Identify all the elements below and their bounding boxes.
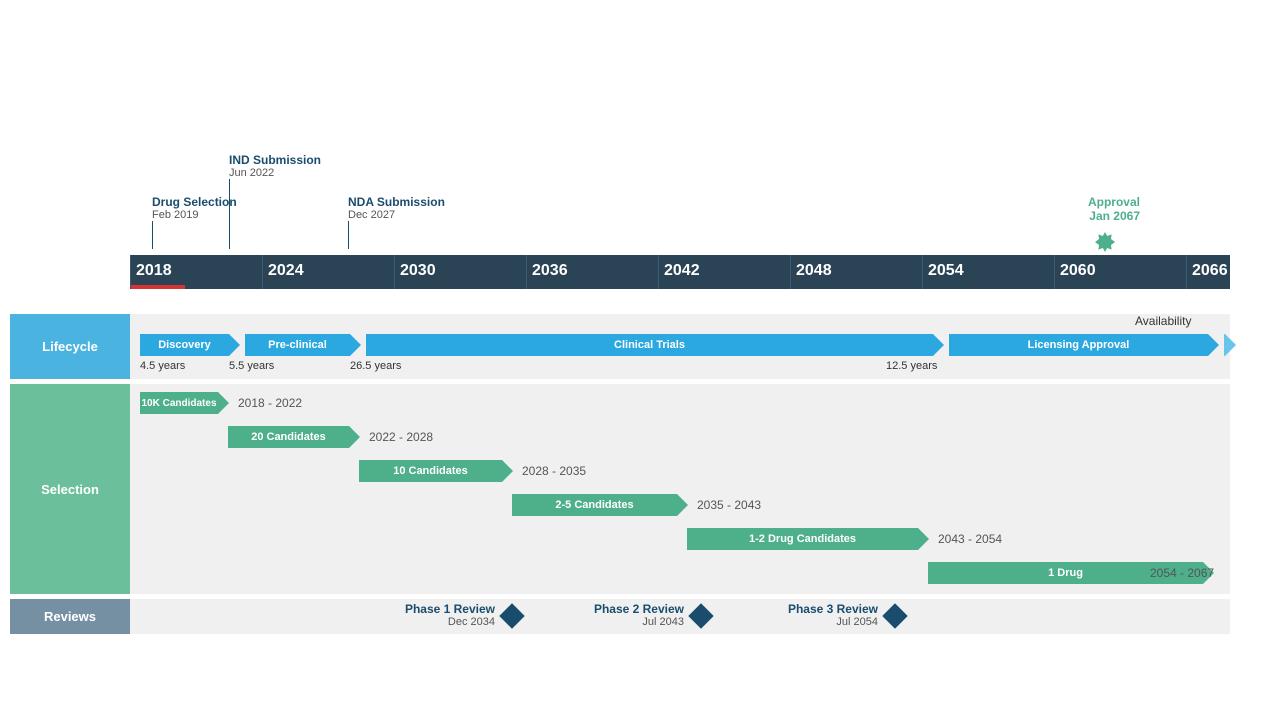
selection-range: 2043 - 2054 bbox=[938, 532, 1002, 546]
milestone-approval: Approval Jan 2067 bbox=[1088, 195, 1140, 223]
duration: 5.5 years bbox=[229, 360, 274, 372]
duration: 12.5 years bbox=[886, 360, 937, 372]
selection-section: Selection 10K Candidates 2018 - 2022 20 … bbox=[10, 384, 1230, 594]
year-label: 2030 bbox=[400, 262, 436, 280]
progress-bar bbox=[130, 285, 185, 289]
selection-range: 2028 - 2035 bbox=[522, 464, 586, 478]
reviews-section: Reviews Phase 1 Review Dec 2034 Phase 2 … bbox=[10, 599, 1230, 634]
reviews-body: Phase 1 Review Dec 2034 Phase 2 Review J… bbox=[130, 599, 1230, 634]
selection-range: 2035 - 2043 bbox=[697, 498, 761, 512]
time-axis: 2018 2024 2030 2036 2042 2048 2054 2060 … bbox=[130, 255, 1230, 289]
duration: 26.5 years bbox=[350, 360, 401, 372]
year-label: 2060 bbox=[1060, 262, 1096, 280]
review-diamond-icon bbox=[688, 603, 713, 628]
milestone-title: NDA Submission bbox=[348, 195, 445, 209]
milestone-date: Jun 2022 bbox=[229, 167, 321, 179]
year-label: 2054 bbox=[928, 262, 964, 280]
lifecycle-discovery: Discovery bbox=[140, 334, 229, 356]
selection-1-2: 1-2 Drug Candidates bbox=[687, 528, 918, 550]
milestone-date: Dec 2027 bbox=[348, 209, 445, 221]
selection-10k: 10K Candidates bbox=[140, 392, 218, 414]
approval-date: Jan 2067 bbox=[1088, 209, 1140, 223]
selection-2-5: 2-5 Candidates bbox=[512, 494, 677, 516]
lifecycle-licensing: Licensing Approval bbox=[949, 334, 1208, 356]
milestone-drug-selection: Drug Selection Feb 2019 bbox=[152, 195, 237, 221]
year-label: 2066 bbox=[1192, 262, 1228, 280]
year-label: 2042 bbox=[664, 262, 700, 280]
review-phase2: Phase 2 Review Jul 2043 bbox=[579, 602, 684, 628]
year-label: 2024 bbox=[268, 262, 304, 280]
lifecycle-body: Discovery Pre-clinical Clinical Trials L… bbox=[130, 314, 1230, 379]
selection-range: 2022 - 2028 bbox=[369, 430, 433, 444]
lifecycle-section: Lifecycle Discovery Pre-clinical Clinica… bbox=[10, 314, 1230, 379]
milestone-title: Drug Selection bbox=[152, 195, 237, 209]
lifecycle-section-label: Lifecycle bbox=[10, 314, 130, 379]
milestone-date: Feb 2019 bbox=[152, 209, 237, 221]
year-label: 2048 bbox=[796, 262, 832, 280]
approval-title: Approval bbox=[1088, 195, 1140, 209]
milestone-title: IND Submission bbox=[229, 153, 321, 167]
milestone-ind-submission: IND Submission Jun 2022 bbox=[229, 153, 321, 179]
review-diamond-icon bbox=[499, 603, 524, 628]
selection-body: 10K Candidates 2018 - 2022 20 Candidates… bbox=[130, 384, 1230, 594]
year-label: 2036 bbox=[532, 262, 568, 280]
milestone-nda-submission: NDA Submission Dec 2027 bbox=[348, 195, 445, 221]
selection-section-label: Selection bbox=[10, 384, 130, 594]
year-label: 2018 bbox=[136, 262, 172, 280]
milestones-area: Drug Selection Feb 2019 IND Submission J… bbox=[10, 150, 1230, 255]
selection-range: 2054 - 2067 bbox=[1150, 566, 1214, 580]
approval-starburst-icon bbox=[1095, 232, 1115, 252]
review-phase1: Phase 1 Review Dec 2034 bbox=[390, 602, 495, 628]
lifecycle-availability bbox=[1224, 334, 1225, 356]
reviews-section-label: Reviews bbox=[10, 599, 130, 634]
selection-range: 2018 - 2022 bbox=[238, 396, 302, 410]
review-phase3: Phase 3 Review Jul 2054 bbox=[773, 602, 878, 628]
selection-10: 10 Candidates bbox=[359, 460, 502, 482]
review-diamond-icon bbox=[882, 603, 907, 628]
lifecycle-preclinical: Pre-clinical bbox=[245, 334, 350, 356]
lifecycle-availability-label: Availability bbox=[1135, 314, 1191, 328]
timeline-diagram: Drug Selection Feb 2019 IND Submission J… bbox=[10, 150, 1230, 634]
selection-20: 20 Candidates bbox=[228, 426, 349, 448]
duration: 4.5 years bbox=[140, 360, 185, 372]
lifecycle-clinical-trials: Clinical Trials bbox=[366, 334, 933, 356]
